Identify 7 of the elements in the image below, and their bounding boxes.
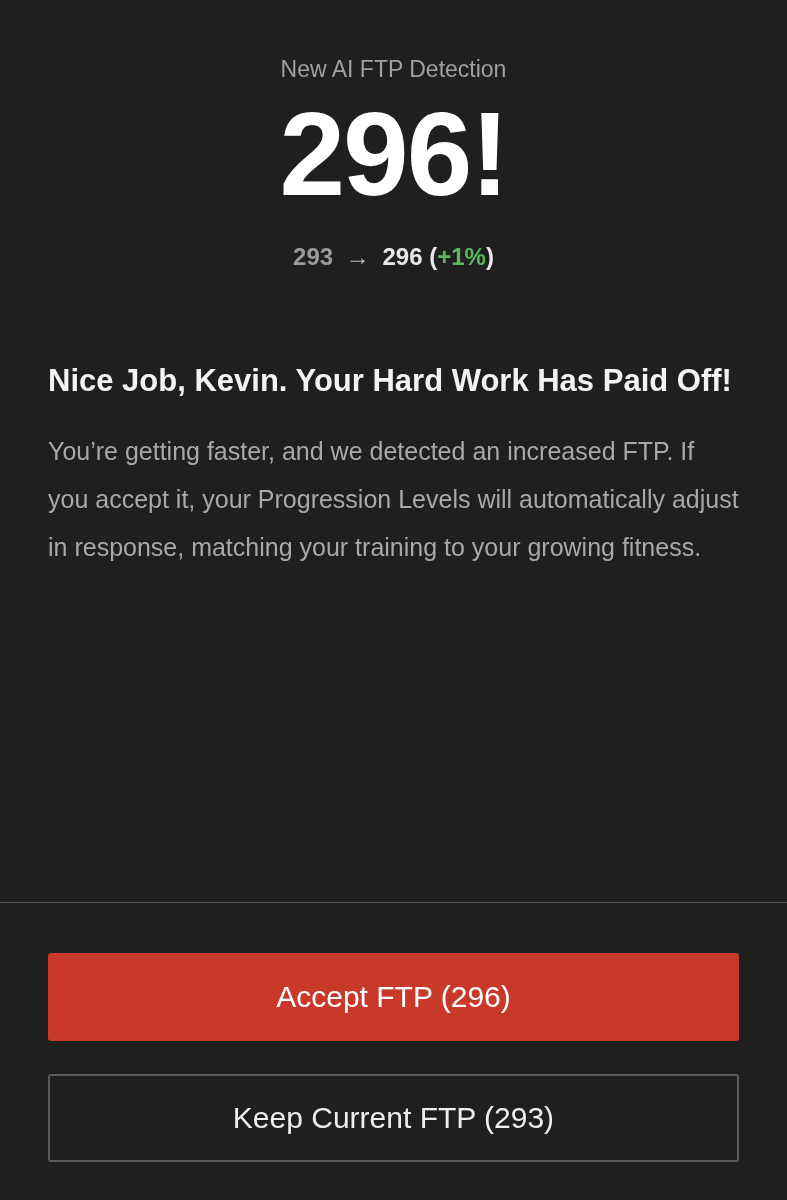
- detection-label: New AI FTP Detection: [280, 56, 507, 83]
- message-headline: Nice Job, Kevin. Your Hard Work Has Paid Off!: [48, 362, 733, 400]
- message-body: You’re getting faster, and we detected an increased FTP. If you accept it, your Progression Levels will automatically adjust in response, matching your training to your growing fitness.: [48, 436, 739, 563]
- keep-button[interactable]: Keep Current FTP (293): [48, 1074, 739, 1162]
- ftp-change-text: 293 → 296 (+1%): [293, 243, 494, 271]
- ftp-value: 296!: [279, 95, 508, 213]
- accept-button[interactable]: Accept FTP (296): [48, 953, 739, 1041]
